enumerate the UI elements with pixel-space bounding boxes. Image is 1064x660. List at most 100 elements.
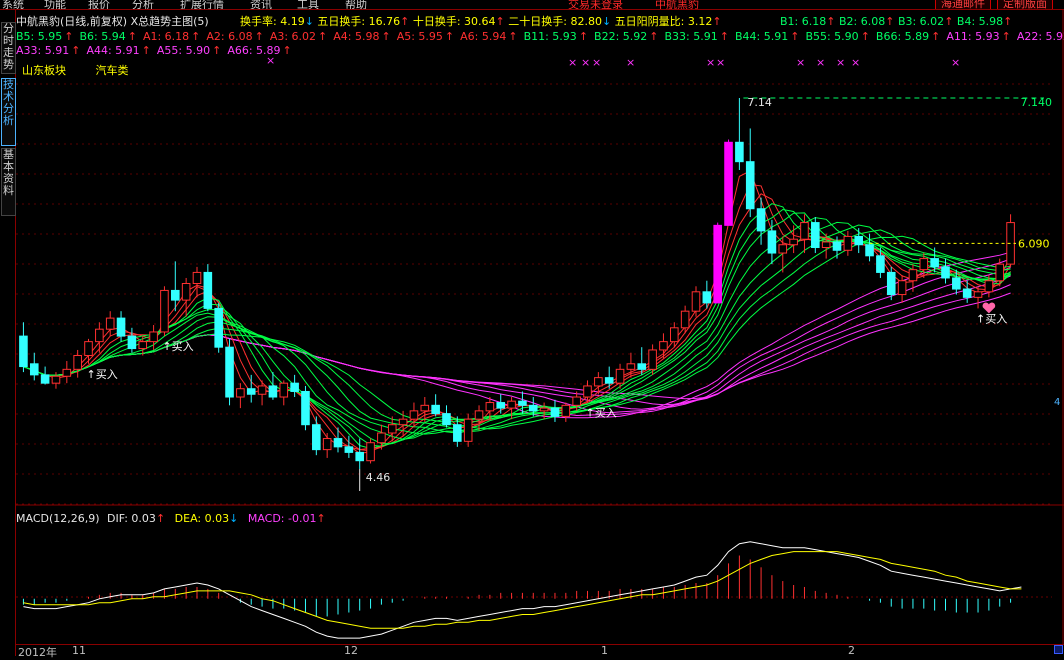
candle-body <box>19 335 28 368</box>
candle-body <box>420 404 430 412</box>
candle-body <box>691 291 701 312</box>
candle-body <box>485 402 495 412</box>
up-arrow-icon: ↑ <box>316 512 326 525</box>
candle-body <box>843 235 853 251</box>
candle-body <box>203 271 213 309</box>
b3-value: B3: 6.02 <box>897 15 945 28</box>
indicator-value: A1: 6.18 <box>142 30 190 43</box>
candle-body <box>333 438 343 448</box>
buy-signal-label: ↑买入 <box>976 312 1007 325</box>
down-arrow-icon: ↓ <box>304 15 314 28</box>
candle-body <box>626 363 636 370</box>
b-values-row1: B1: 6.18↑ B2: 6.08↑ B3: 6.02↑ B4: 5.98↑ <box>780 15 1012 28</box>
candle-body <box>170 289 180 301</box>
up-arrow-icon: ↑ <box>191 30 201 43</box>
ma-mid-line <box>23 229 1011 433</box>
candle-body <box>116 317 126 337</box>
up-arrow-icon: ↑ <box>64 30 74 43</box>
candle-body <box>941 266 950 279</box>
candle-body <box>637 363 647 370</box>
candle-body <box>62 368 72 377</box>
candle-body <box>225 346 234 398</box>
ref-price-label: 6.090 <box>1018 237 1050 250</box>
turnover-5d: 五日换手: 16.76 <box>317 15 401 28</box>
candle-body <box>73 354 82 370</box>
industry-tag[interactable]: 汽车类 <box>96 64 129 77</box>
candle-body <box>724 141 733 226</box>
indicator-value: A22: 5.92 <box>1016 30 1064 43</box>
candle-body <box>572 396 581 406</box>
candle-body <box>322 438 332 451</box>
candle-body <box>745 161 755 210</box>
indicator-value: B66: 5.89 <box>875 30 930 43</box>
candle-body <box>398 418 408 426</box>
candle-body <box>236 388 245 398</box>
candle-body <box>897 280 907 296</box>
candle-body <box>865 244 874 257</box>
axis-label-year: 2012年 <box>18 646 57 659</box>
indicator-value: A2: 6.08 <box>206 30 253 43</box>
up-arrow-icon: ↑ <box>826 15 836 28</box>
up-arrow-icon: ↑ <box>712 15 722 28</box>
candle-body <box>51 375 61 384</box>
down-arrow-icon: ↓ <box>601 15 612 28</box>
candle-body <box>246 388 256 395</box>
candle-body <box>930 258 939 268</box>
low-price-label: 4.46 <box>366 471 391 484</box>
candle-body <box>908 269 918 282</box>
candle-body <box>463 418 473 442</box>
indicator-value: B6: 5.94 <box>79 30 126 43</box>
candle-body <box>518 400 527 406</box>
buy-signal-label: ↑买入 <box>586 407 617 420</box>
candle-body <box>561 404 571 417</box>
top-marker: × <box>796 56 805 69</box>
tab-fundamentals[interactable]: 基本资料 <box>1 148 16 216</box>
up-arrow-icon: ↑ <box>931 30 941 43</box>
ma-mid-line <box>23 224 1011 434</box>
buy-signal-label: ↑买入 <box>87 368 118 381</box>
candle-body <box>539 407 549 412</box>
indicator-value: B22: 5.92 <box>594 30 648 43</box>
up-arrow-icon: ↑ <box>155 512 166 525</box>
candle-body <box>583 385 592 398</box>
candle-body <box>594 377 603 387</box>
up-arrow-icon: ↑ <box>254 30 264 43</box>
kline-chart[interactable]: 7.14 7.1404.466.090↑买入↑买入↑买入↑买入× × × × × × × × × ×… <box>16 0 1064 644</box>
macd-title: MACD(12,26,9) <box>16 512 100 525</box>
panel-toggle-button[interactable] <box>1054 645 1063 654</box>
candle-body <box>669 327 679 343</box>
candle-body <box>149 331 158 343</box>
sector-tags: 山东板块 汽车类 <box>22 64 129 77</box>
tab-intraday[interactable]: 分时走势 <box>1 22 16 74</box>
up-arrow-icon: ↑ <box>508 30 518 43</box>
candle-body <box>756 208 766 232</box>
candle-body <box>984 280 994 293</box>
up-arrow-icon: ↑ <box>212 44 222 57</box>
up-arrow-icon: ↑ <box>381 30 391 43</box>
candle-body <box>496 402 506 409</box>
turnover-values: 换手率: 4.19↓ 五日换手: 16.76↑ 十日换手: 30.64↑ 二十日… <box>240 15 722 28</box>
top-marker: × <box>816 56 825 69</box>
tab-technical-analysis[interactable]: 技术分析 <box>1 78 16 146</box>
up-arrow-icon: ↑ <box>944 15 954 28</box>
candle-body <box>821 241 831 249</box>
candle-body <box>105 317 115 330</box>
candle-body <box>453 424 462 442</box>
candle-body <box>713 224 722 304</box>
sector-tag[interactable]: 山东板块 <box>22 64 66 77</box>
down-arrow-icon: ↓ <box>229 512 239 525</box>
candle-body <box>214 307 223 348</box>
ma-mid-line <box>23 221 1011 435</box>
candle-body <box>528 404 538 412</box>
candle-body <box>344 446 354 453</box>
ma-mid-line <box>23 217 1011 440</box>
indicator-value: B5: 5.95 <box>16 30 63 43</box>
up-arrow-icon: ↑ <box>127 30 137 43</box>
up-arrow-icon: ↑ <box>1003 15 1013 28</box>
indicator-header-row3: A33: 5.91 ↑ A44: 5.91 ↑ A55: 5.90 ↑ A66: 5.89 ↑ <box>16 44 298 57</box>
candle-body <box>604 377 614 384</box>
right-scroll-marker[interactable]: 4 <box>1054 397 1060 408</box>
candle-body <box>886 271 896 296</box>
up-arrow-icon: ↑ <box>860 30 870 43</box>
indicator-header-row2: B5: 5.95 ↑ B6: 5.94 ↑ A1: 6.18 ↑ A2: 6.08 ↑ A3: … <box>16 30 1064 43</box>
